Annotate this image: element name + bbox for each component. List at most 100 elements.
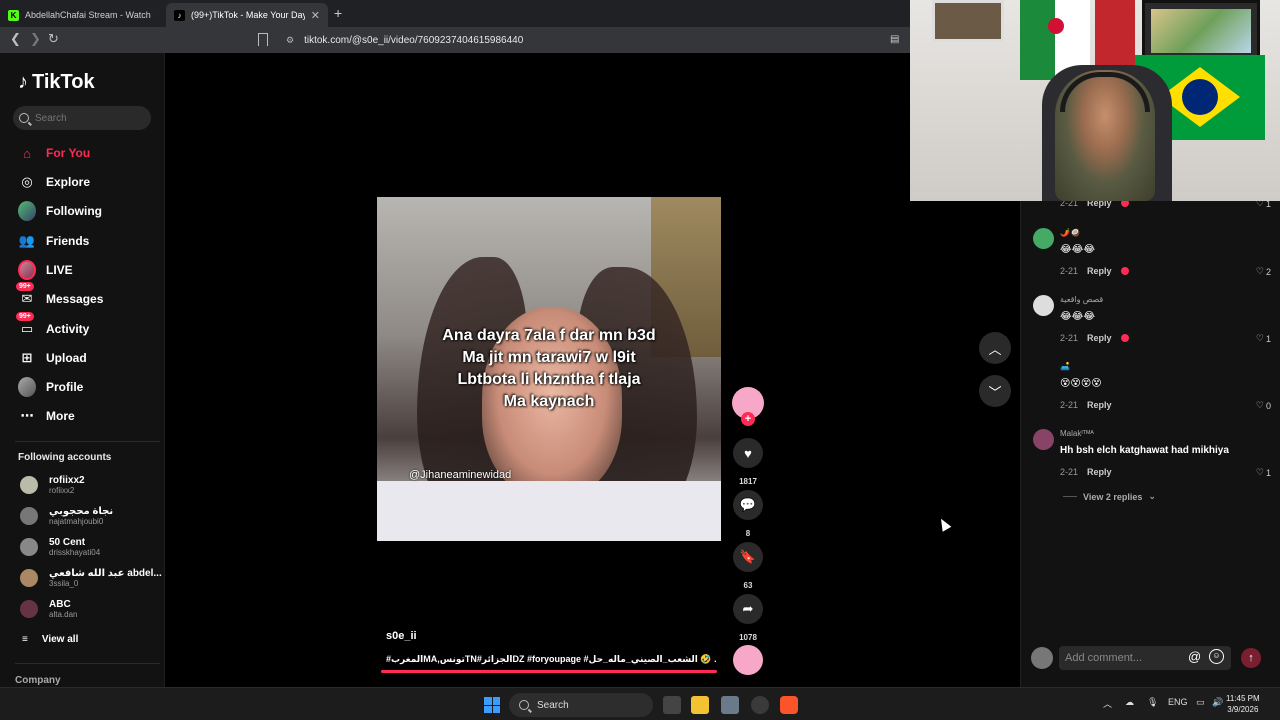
comment-like-button[interactable]: ♡ 2 bbox=[1256, 266, 1271, 277]
account-username: drisskhayati04 bbox=[49, 548, 101, 557]
avatar[interactable] bbox=[1033, 362, 1054, 383]
brave-browser-icon[interactable] bbox=[780, 696, 798, 714]
nav-upload[interactable]: ⊞ Upload bbox=[18, 347, 87, 369]
reply-button[interactable]: Reply bbox=[1087, 333, 1112, 343]
search-input[interactable] bbox=[35, 112, 135, 124]
following-account[interactable]: 50 Cent drisskhayati04 bbox=[20, 537, 100, 557]
avatar[interactable] bbox=[1033, 228, 1054, 249]
reply-button[interactable]: Reply bbox=[1087, 266, 1112, 276]
account-name: نجاة محجوبي bbox=[49, 506, 114, 517]
forward-icon[interactable]: ❯ bbox=[30, 31, 41, 47]
system-clock[interactable]: 11:45 PM 3/9/2026 bbox=[1226, 693, 1260, 715]
clock-date: 3/9/2026 bbox=[1227, 705, 1259, 714]
site-info-icon[interactable]: ⚙ bbox=[286, 35, 294, 46]
comment-input[interactable]: Add comment... bbox=[1059, 646, 1231, 670]
save-button[interactable]: 🔖 63 bbox=[733, 542, 763, 590]
nav-live[interactable]: LIVE bbox=[18, 259, 73, 281]
network-icon[interactable]: ▭ bbox=[1196, 697, 1205, 708]
nav-label: Friends bbox=[46, 234, 90, 248]
nav-for-you[interactable]: ⌂ For You bbox=[18, 142, 90, 164]
reply-button[interactable]: Reply bbox=[1087, 467, 1112, 477]
address-bar[interactable]: ⚙ tiktok.com/@s0e_ii/video/7609237404615… bbox=[286, 31, 886, 49]
tab-tiktok[interactable]: ♪ (99+)TikTok - Make Your Day ✕ bbox=[166, 3, 328, 27]
heart-outline-icon: ♡ bbox=[1255, 467, 1264, 477]
view-all-button[interactable]: ≡ View all bbox=[22, 634, 78, 645]
tiktok-logo[interactable]: ♪ TikTok bbox=[18, 71, 95, 94]
comment-username[interactable]: Malakᴵᵀᴹᴬ bbox=[1060, 429, 1094, 438]
next-video-button[interactable]: ﹀ bbox=[979, 375, 1011, 407]
chevron-up-icon: ︿ bbox=[988, 341, 1002, 357]
share-button[interactable]: ➦ 1078 bbox=[733, 594, 763, 642]
file-explorer-icon[interactable] bbox=[691, 696, 709, 714]
video-watermark: @Jihaneaminewidad bbox=[409, 469, 512, 481]
video-progress-bar[interactable] bbox=[381, 670, 717, 673]
logo-text: TikTok bbox=[32, 71, 95, 93]
following-account[interactable]: عبد الله شافعي abdel... 3ssila_0 bbox=[20, 568, 162, 588]
nav-label: Profile bbox=[46, 380, 84, 394]
nav-profile[interactable]: Profile bbox=[18, 376, 83, 398]
nav-more[interactable]: ⋯ More bbox=[18, 405, 75, 427]
wall-tv bbox=[1142, 0, 1260, 62]
comment-item: Malakᴵᵀᴹᴬ Hh bsh elch katghawat had mikh… bbox=[1033, 429, 1273, 479]
nav-messages[interactable]: ✉ 99+ Messages bbox=[16, 282, 103, 310]
volume-icon[interactable]: 🔊 bbox=[1212, 697, 1223, 708]
nav-label: Activity bbox=[46, 322, 90, 336]
mention-icon[interactable]: @ bbox=[1188, 649, 1201, 664]
comment-like-button[interactable]: ♡ 0 bbox=[1256, 400, 1271, 411]
divider bbox=[15, 441, 160, 442]
close-icon[interactable]: ✕ bbox=[311, 9, 320, 22]
comment-username[interactable]: قصص واقعية bbox=[1060, 295, 1103, 304]
account-name: ABC bbox=[49, 599, 71, 610]
comment-button[interactable]: 💬 8 bbox=[733, 490, 763, 538]
language-indicator[interactable]: ENG bbox=[1168, 697, 1188, 707]
taskbar-search[interactable]: Search bbox=[509, 693, 653, 717]
new-tab-button[interactable]: + bbox=[334, 5, 342, 21]
comment-text: 😵😵😵😵 bbox=[1060, 378, 1102, 389]
account-name: 50 Cent bbox=[49, 537, 86, 548]
camera-icon[interactable] bbox=[721, 696, 739, 714]
music-disc-icon[interactable] bbox=[733, 645, 763, 675]
comment-like-count: 0 bbox=[1265, 400, 1271, 411]
nav-following[interactable]: Following bbox=[18, 200, 102, 222]
tab-kick-stream[interactable]: K AbdellahChafai Stream - Watch Live bbox=[0, 3, 162, 27]
previous-video-button[interactable]: ︿ bbox=[979, 332, 1011, 364]
back-icon[interactable]: ❮ bbox=[10, 31, 21, 47]
company-link[interactable]: Company bbox=[15, 675, 61, 686]
clock-time: 11:45 PM bbox=[1226, 694, 1260, 703]
send-button[interactable]: ↑ bbox=[1241, 648, 1261, 668]
emoji-icon[interactable]: ☺ bbox=[1209, 649, 1224, 664]
tiktok-note-icon: ♪ bbox=[18, 71, 28, 93]
view-replies-button[interactable]: View 2 replies ⌄ bbox=[1063, 491, 1156, 502]
comment-like-button[interactable]: ♡ 1 bbox=[1256, 467, 1271, 478]
avatar[interactable] bbox=[1033, 429, 1054, 450]
activity-badge: 99+ bbox=[16, 312, 34, 321]
avatar[interactable] bbox=[1033, 295, 1054, 316]
video-player[interactable]: Ana dayra 7ala f dar mn b3d Ma jit mn ta… bbox=[377, 197, 721, 541]
chevron-up-icon[interactable]: ︿ bbox=[1103, 697, 1112, 710]
microphone-icon[interactable]: 🎙 bbox=[1147, 697, 1158, 708]
comment-item: 🌶️🥥 😂😂😂 2-21 Reply ♡ 2 bbox=[1033, 228, 1273, 278]
reload-icon[interactable]: ↻ bbox=[48, 31, 59, 47]
video-author[interactable]: s0e_ii bbox=[386, 630, 417, 642]
following-account[interactable]: ABC alta.dan bbox=[20, 599, 77, 619]
steam-icon[interactable] bbox=[751, 696, 769, 714]
like-button[interactable]: ♥ 1817 bbox=[733, 438, 763, 486]
comment-like-button[interactable]: ♡ 1 bbox=[1256, 333, 1271, 344]
webcam-overlay bbox=[910, 0, 1280, 201]
following-account[interactable]: نجاة محجوبي najatmahjoubi0 bbox=[20, 506, 113, 526]
onedrive-icon[interactable]: ☁ bbox=[1125, 697, 1134, 708]
follow-plus-icon[interactable]: + bbox=[741, 412, 755, 426]
reader-mode-icon[interactable]: ▤ bbox=[890, 34, 899, 45]
comment-username[interactable]: 🌶️🥥 bbox=[1060, 228, 1080, 237]
reply-button[interactable]: Reply bbox=[1087, 400, 1112, 410]
windows-start-icon[interactable] bbox=[484, 697, 500, 713]
following-account[interactable]: rofiixx2 rofiixx2 bbox=[20, 475, 85, 495]
task-view-icon[interactable] bbox=[663, 696, 681, 714]
view-all-label: View all bbox=[41, 634, 79, 645]
bookmark-icon[interactable] bbox=[258, 33, 268, 46]
nav-activity[interactable]: ▭ 99+ Activity bbox=[16, 312, 90, 340]
nav-friends[interactable]: 👥 Friends bbox=[18, 230, 89, 252]
search-box[interactable] bbox=[13, 106, 151, 130]
comment-username[interactable]: 🛋️ bbox=[1060, 362, 1070, 371]
nav-explore[interactable]: ◎ Explore bbox=[18, 171, 90, 193]
